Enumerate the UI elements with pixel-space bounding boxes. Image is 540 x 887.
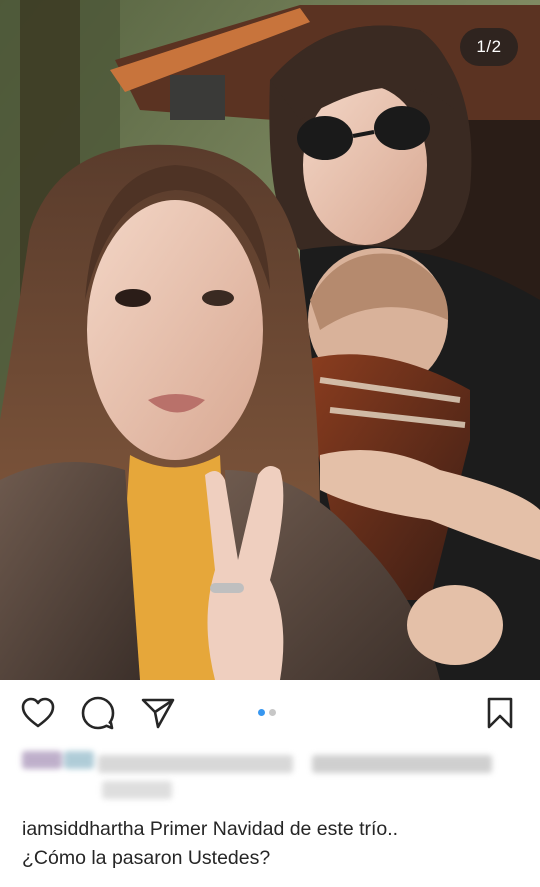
paper-plane-icon bbox=[141, 698, 175, 729]
caption-username[interactable]: iamsiddhartha bbox=[22, 818, 144, 840]
carousel-dot bbox=[269, 709, 276, 716]
share-button[interactable] bbox=[140, 695, 176, 731]
post-photo[interactable]: 1/2 bbox=[0, 0, 540, 680]
carousel-indicator bbox=[258, 709, 276, 716]
comment-button[interactable] bbox=[80, 695, 116, 731]
caption-text: Primer Navidad de este trío.. bbox=[149, 818, 399, 840]
post-caption: iamsiddhartha Primer Navidad de este trí… bbox=[22, 815, 522, 873]
slide-counter: 1/2 bbox=[460, 28, 518, 66]
heart-icon bbox=[21, 697, 55, 728]
caption-text-line2: ¿Cómo la pasaron Ustedes? bbox=[22, 847, 271, 869]
save-button[interactable] bbox=[482, 695, 518, 731]
likes-summary-obscured bbox=[22, 745, 492, 805]
carousel-dot-active bbox=[258, 709, 265, 716]
bookmark-icon bbox=[487, 697, 513, 729]
post-image bbox=[0, 0, 540, 680]
comment-icon bbox=[81, 696, 115, 730]
post-action-bar bbox=[0, 690, 540, 734]
like-button[interactable] bbox=[20, 695, 56, 731]
